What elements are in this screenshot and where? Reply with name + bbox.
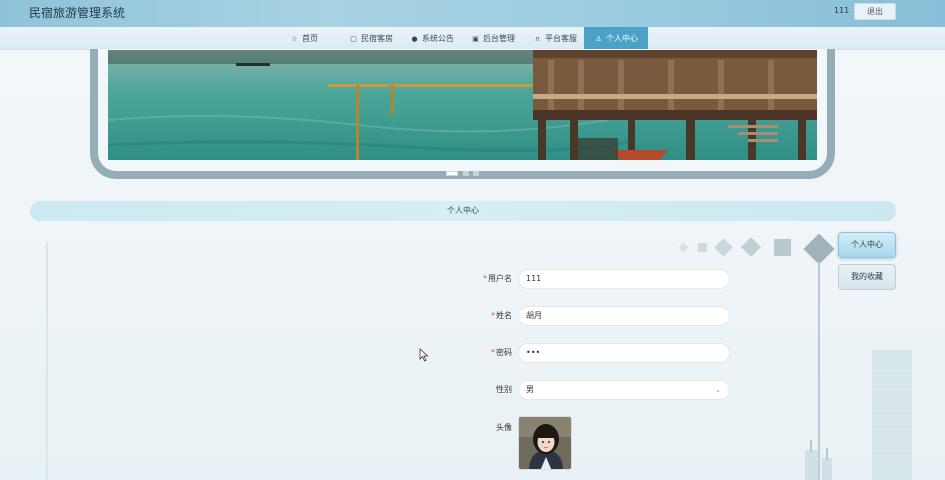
username-field[interactable]: 111 [518, 269, 730, 289]
nav-item-label: 平台客服 [545, 34, 577, 43]
section-title: 个人中心 [30, 201, 896, 221]
nav-item-rooms[interactable]: ▢ 民宿客房 [349, 27, 393, 50]
nav-item-support[interactable]: ∩ 平台客服 [533, 27, 577, 50]
briefcase-icon: ▣ [472, 35, 479, 43]
label-text: 姓名 [496, 311, 512, 320]
avatar-label: 头像 [496, 423, 512, 432]
username-label: *用户名 [452, 269, 512, 289]
main-nav: ☆ 首页 ▢ 民宿客房 ● 系统公告 ▣ 后台管理 ∩ 平台客服 ♙ 个人中心 [0, 27, 945, 50]
app-title: 民宿旅游管理系统 [29, 6, 126, 20]
nav-item-label: 后台管理 [483, 34, 515, 43]
carousel-dot[interactable] [446, 171, 458, 176]
gender-value: 男 [526, 385, 534, 394]
square-icon [774, 239, 791, 256]
nav-item-admin[interactable]: ▣ 后台管理 [471, 27, 515, 50]
name-label: *姓名 [452, 306, 512, 326]
chevron-down-icon: ⌄ [715, 386, 721, 394]
top-header: 民宿旅游管理系统 111 退出 [0, 0, 945, 27]
carousel-dot[interactable] [463, 171, 469, 176]
required-mark: * [491, 348, 495, 357]
nav-item-label: 个人中心 [606, 34, 638, 43]
password-label: *密码 [452, 343, 512, 363]
diamond-icon [741, 237, 761, 257]
sidebar-item-profile[interactable]: 个人中心 [838, 232, 896, 258]
headset-icon: ∩ [534, 35, 541, 43]
required-mark: * [491, 311, 495, 320]
label-text: 用户名 [488, 274, 512, 283]
decorative-line [46, 242, 48, 480]
gender-select[interactable]: 男 ⌄ [518, 380, 730, 400]
nav-item-label: 民宿客房 [361, 34, 393, 43]
nav-item-label: 系统公告 [422, 34, 454, 43]
gender-label: 性别 [496, 385, 512, 394]
star-icon: ☆ [291, 35, 298, 43]
nav-item-profile[interactable]: ♙ 个人中心 [584, 27, 648, 50]
bag-icon: ▢ [350, 35, 357, 43]
diamond-icon [803, 233, 835, 265]
label-text: 密码 [496, 348, 512, 357]
square-icon [698, 243, 707, 252]
name-field[interactable]: 胡月 [518, 306, 730, 326]
username-display: 111 [834, 6, 850, 15]
banner-image[interactable] [108, 50, 817, 160]
user-icon: ♙ [595, 35, 602, 43]
mouse-cursor-icon [419, 347, 429, 366]
nav-item-home[interactable]: ☆ 首页 [290, 27, 318, 50]
info-icon: ● [411, 35, 418, 43]
avatar-image[interactable] [518, 416, 572, 470]
city-skyline-decoration [800, 340, 945, 480]
diamond-icon [714, 238, 733, 257]
diamond-icon [678, 242, 689, 253]
nav-item-announcements[interactable]: ● 系统公告 [410, 27, 454, 50]
password-field[interactable]: ••• [518, 343, 730, 363]
required-mark: * [483, 274, 487, 283]
logout-button[interactable]: 退出 [854, 3, 896, 20]
sidebar-item-favorites[interactable]: 我的收藏 [838, 264, 896, 290]
carousel-dot[interactable] [473, 171, 479, 176]
nav-item-label: 首页 [302, 34, 318, 43]
